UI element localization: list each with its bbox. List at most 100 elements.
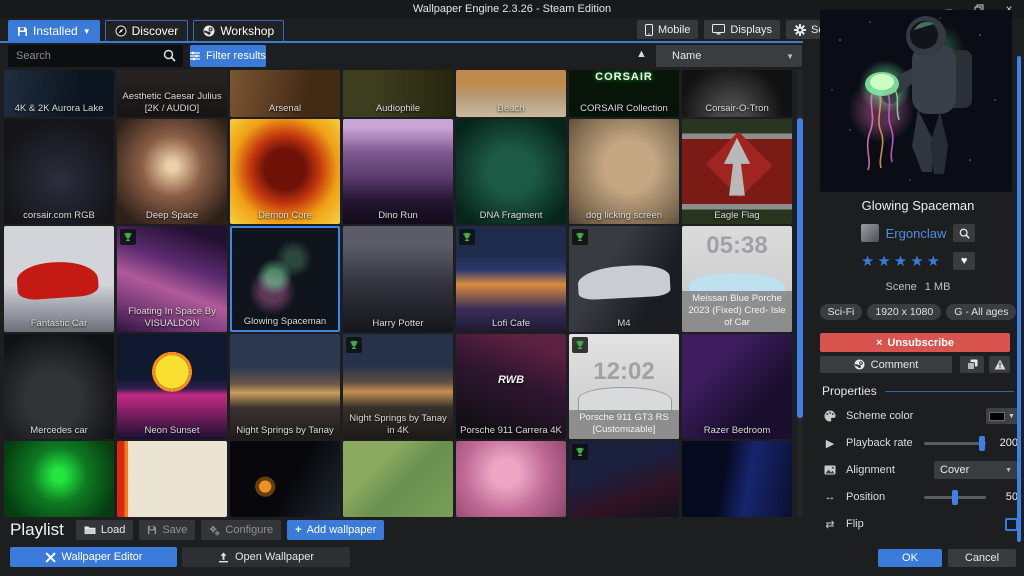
wallpaper-tile[interactable]: Harry Potter: [343, 226, 453, 332]
report-button[interactable]: [989, 356, 1010, 373]
playback-rate-slider[interactable]: [924, 442, 986, 445]
wallpaper-preview[interactable]: [820, 10, 1012, 192]
author-search-button[interactable]: [953, 224, 975, 242]
phone-icon: [645, 24, 653, 36]
sidebar-scrollbar[interactable]: [1017, 56, 1021, 542]
search-input[interactable]: [8, 45, 183, 67]
filter-results-button[interactable]: Filter results: [190, 45, 266, 67]
wallpaper-tile[interactable]: 05:38 Meissan Blue Porche 2023 (Fixed) C…: [682, 226, 792, 332]
wallpaper-tile[interactable]: Dino Run: [343, 119, 453, 224]
wallpaper-title: Neon Sunset: [119, 425, 225, 437]
tab-discover[interactable]: Discover: [105, 20, 189, 42]
properties-divider: [885, 391, 1014, 392]
wallpaper-tile[interactable]: [230, 441, 340, 517]
position-slider[interactable]: [924, 496, 986, 499]
wallpaper-tile[interactable]: Arsenal: [230, 70, 340, 117]
filter-icon: [190, 51, 200, 61]
author-link[interactable]: Ergonclaw: [886, 226, 947, 241]
wallpaper-tile[interactable]: 12:02 Porsche 911 GT3 RS [Customizable]: [569, 334, 679, 439]
tag-genre[interactable]: Sci-Fi: [820, 304, 863, 320]
prop-label: Scheme color: [846, 410, 913, 422]
wallpaper-tile[interactable]: M4: [569, 226, 679, 332]
unsubscribe-button[interactable]: × Unsubscribe: [820, 333, 1010, 352]
alignment-dropdown[interactable]: Cover ▼: [934, 461, 1018, 479]
slider-thumb[interactable]: [952, 490, 958, 505]
wallpaper-tile[interactable]: dog licking screen: [569, 119, 679, 224]
wallpaper-tile[interactable]: Neon Sunset: [117, 334, 227, 439]
search-icon: [959, 228, 970, 239]
disk-icon: [17, 26, 28, 37]
wallpaper-title: Fantastic Car: [6, 318, 112, 330]
scheme-color-picker[interactable]: ▼: [986, 408, 1018, 424]
wallpaper-tile[interactable]: Razer Bedroom: [682, 334, 792, 439]
author-avatar[interactable]: [861, 224, 879, 242]
wallpaper-tile[interactable]: Lofi Cafe: [456, 226, 566, 332]
wallpaper-tile[interactable]: Mercedes car: [4, 334, 114, 439]
playlist-save-button[interactable]: Save: [139, 520, 195, 540]
trophy-icon: [575, 232, 585, 242]
wallpaper-tile[interactable]: Audiophile: [343, 70, 453, 117]
slider-thumb[interactable]: [979, 436, 985, 451]
tile-overlay-text: 12:02: [569, 358, 679, 386]
wallpaper-tile[interactable]: [117, 441, 227, 517]
close-icon: ×: [876, 337, 882, 349]
vote-button[interactable]: [960, 356, 984, 373]
tag-age-rating[interactable]: G - All ages: [946, 304, 1016, 320]
wallpaper-tile[interactable]: RWB Porsche 911 Carrera 4K: [456, 334, 566, 439]
mobile-button[interactable]: Mobile: [637, 20, 698, 39]
sort-ascending-button[interactable]: ▲: [636, 48, 647, 60]
rating-stars[interactable]: ★★★★★: [861, 252, 943, 270]
grid-scrollbar[interactable]: [797, 70, 803, 517]
folder-icon: [84, 525, 96, 535]
add-wallpaper-button[interactable]: + Add wallpaper: [287, 520, 384, 540]
prop-label: Flip: [846, 518, 864, 530]
wallpaper-tile[interactable]: corsair.com RGB: [4, 119, 114, 224]
cancel-button[interactable]: Cancel: [948, 549, 1016, 567]
displays-button[interactable]: Displays: [704, 20, 780, 39]
wallpaper-title: corsair.com RGB: [6, 210, 112, 222]
copy-icon: [967, 359, 978, 370]
wallpaper-tile[interactable]: Fantastic Car: [4, 226, 114, 332]
playlist-configure-button[interactable]: Configure: [201, 520, 281, 540]
wallpaper-tile[interactable]: Night Springs by Tanay in 4K: [343, 334, 453, 439]
wallpaper-tile[interactable]: DNA Fragment: [456, 119, 566, 224]
wallpaper-tile[interactable]: [456, 441, 566, 517]
wallpaper-tile[interactable]: [569, 441, 679, 517]
wallpaper-tile[interactable]: Corsair-O-Tron: [682, 70, 792, 117]
tag-resolution[interactable]: 1920 x 1080: [867, 304, 941, 320]
image-icon: [822, 465, 838, 475]
mobile-label: Mobile: [658, 24, 690, 36]
wallpaper-tile[interactable]: Floating In Space By VISUALDON: [117, 226, 227, 332]
prop-label: Position: [846, 491, 885, 503]
wallpaper-editor-button[interactable]: Wallpaper Editor: [10, 547, 177, 567]
wallpaper-tile[interactable]: Eagle Flag: [682, 119, 792, 224]
sort-by-dropdown[interactable]: Name ▼: [656, 45, 802, 67]
warning-icon: [994, 359, 1006, 370]
favorite-button[interactable]: ♥: [953, 252, 975, 270]
trophy-badge: [572, 337, 588, 353]
wallpaper-tile[interactable]: Deep Space: [117, 119, 227, 224]
open-wallpaper-button[interactable]: Open Wallpaper: [182, 547, 350, 567]
wallpaper-grid: 4K & 2K Aurora Lake Aesthetic Caesar Jul…: [0, 70, 797, 517]
grid-scrollbar-thumb[interactable]: [797, 118, 803, 418]
wallpaper-tile[interactable]: [4, 441, 114, 517]
wallpaper-tile[interactable]: [343, 441, 453, 517]
save-icon: [147, 525, 157, 535]
tab-workshop[interactable]: Workshop: [193, 20, 284, 42]
comment-button[interactable]: Comment: [820, 356, 952, 373]
wallpaper-tile[interactable]: [682, 441, 792, 517]
wallpaper-tile[interactable]: Night Springs by Tanay: [230, 334, 340, 439]
wallpaper-tile[interactable]: Beach: [456, 70, 566, 117]
playlist-load-button[interactable]: Load: [76, 520, 133, 540]
tab-installed[interactable]: Installed ▼: [8, 20, 100, 42]
wallpaper-engine-window: Wallpaper Engine 2.3.26 - Steam Edition …: [0, 0, 1024, 576]
plus-icon: +: [295, 524, 301, 536]
wallpaper-tile[interactable]: 4K & 2K Aurora Lake: [4, 70, 114, 117]
wallpaper-tile-selected[interactable]: Glowing Spaceman: [230, 226, 340, 332]
ok-button[interactable]: OK: [878, 549, 942, 567]
wallpaper-tile[interactable]: CORSAIRCORSAIR Collection: [569, 70, 679, 117]
wallpaper-title: Dino Run: [345, 210, 451, 222]
wallpaper-tile[interactable]: Demon Core: [230, 119, 340, 224]
steam-icon: [854, 359, 865, 370]
wallpaper-tile[interactable]: Aesthetic Caesar Julius [2K / AUDIO]: [117, 70, 227, 117]
